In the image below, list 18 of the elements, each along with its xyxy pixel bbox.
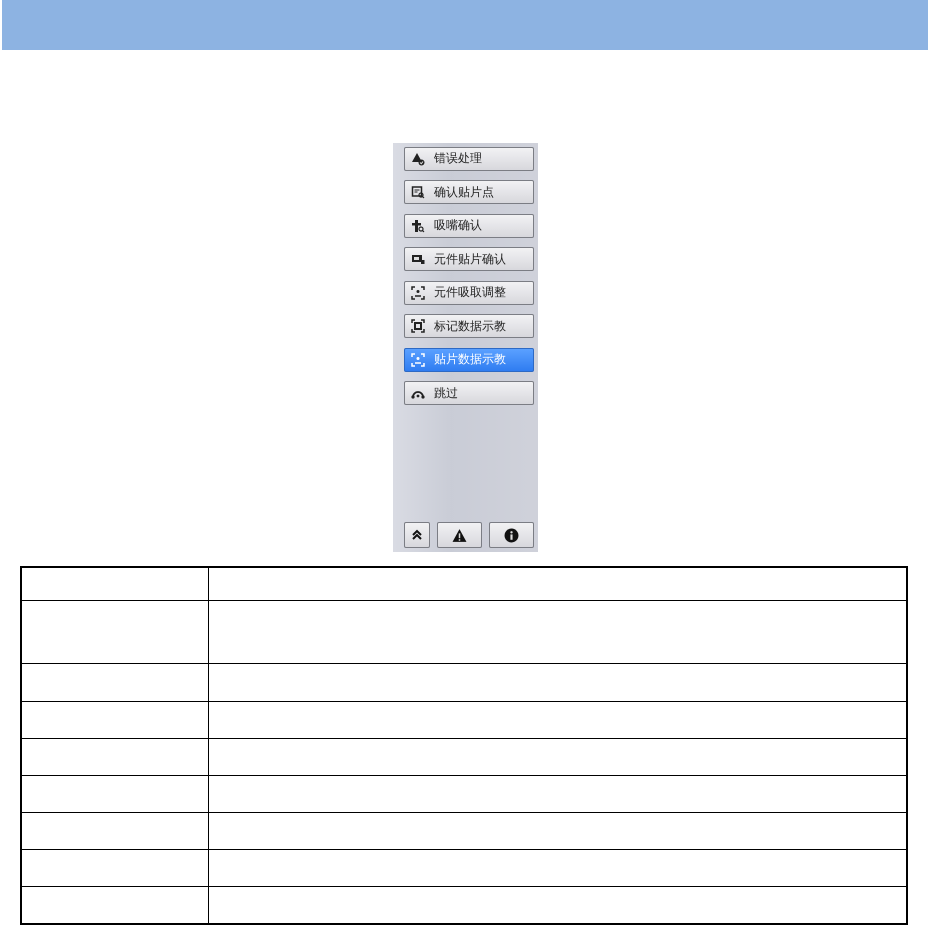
warning-icon [452, 528, 467, 542]
collapse-button[interactable] [404, 522, 430, 548]
panel-button[interactable]: 跳过 [404, 381, 534, 406]
warning-button[interactable] [437, 522, 482, 548]
panel-button[interactable]: 错误处理 [404, 146, 534, 171]
info-icon [504, 528, 519, 542]
panel-button[interactable]: 吸嘴确认 [404, 214, 534, 238]
info-button[interactable] [489, 522, 534, 548]
frame-target-icon [411, 352, 425, 367]
document-search-icon [411, 185, 425, 200]
panel-button[interactable]: 元件贴片确认 [404, 247, 534, 272]
panel-button[interactable]: 标记数据示教 [404, 314, 534, 338]
warning-check-icon [411, 152, 425, 166]
frame-target-icon [411, 319, 425, 334]
double-chevron-up-icon [411, 529, 423, 541]
panel-button[interactable]: 确认贴片点 [404, 180, 534, 204]
frame-target-icon [411, 286, 425, 300]
panel-button[interactable]: 元件吸取调整 [404, 280, 534, 305]
